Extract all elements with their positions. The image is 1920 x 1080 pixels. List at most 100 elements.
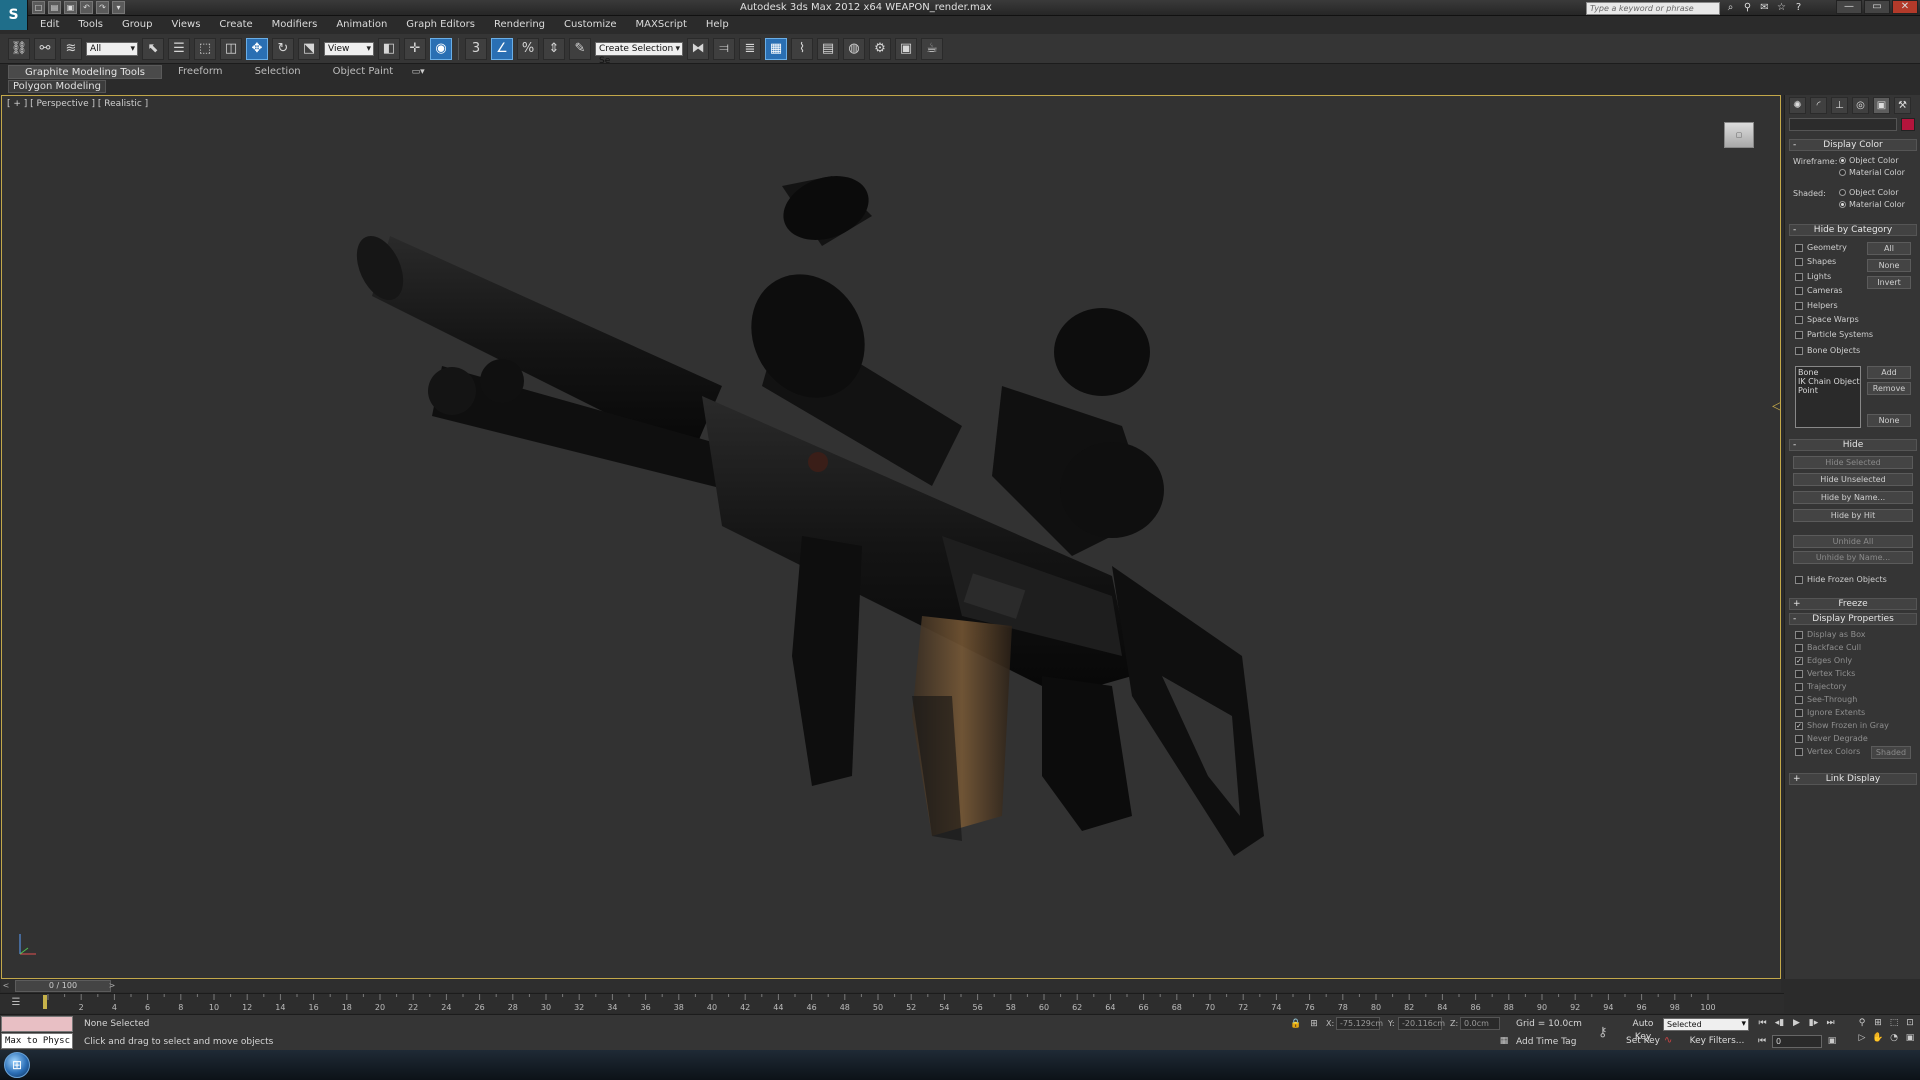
auto-key-button[interactable]: Auto Key xyxy=(1624,1018,1662,1042)
modify-icon[interactable]: ◜ xyxy=(1810,97,1827,114)
next-frame-icon[interactable]: ▮▸ xyxy=(1807,1017,1820,1030)
list-item[interactable]: Bone xyxy=(1798,368,1858,377)
object-color-swatch[interactable] xyxy=(1901,118,1915,131)
time-config-icon[interactable]: ▣ xyxy=(1826,1035,1838,1047)
hide-by-hit-button[interactable]: Hide by Hit xyxy=(1793,509,1913,522)
tab-object-paint[interactable]: Object Paint xyxy=(317,65,410,79)
object-name-field[interactable] xyxy=(1789,118,1897,131)
hide-frozen-checkbox[interactable] xyxy=(1795,576,1803,584)
trajectory-checkbox[interactable] xyxy=(1795,683,1803,691)
search-icon[interactable]: ⚲ xyxy=(1741,1,1754,14)
hide-selected-button[interactable]: Hide Selected xyxy=(1793,456,1913,469)
select-object-icon[interactable]: ⬉ xyxy=(142,37,164,60)
y-coord-field[interactable]: -20.116cm xyxy=(1398,1017,1445,1030)
time-slider[interactable]: < 0 / 100 > xyxy=(1,980,1781,992)
close-button[interactable]: ✕ xyxy=(1892,0,1918,14)
go-to-start-icon[interactable]: ⏮ xyxy=(1756,1017,1769,1030)
absolute-mode-icon[interactable]: ⊞ xyxy=(1308,1018,1320,1030)
go-to-end-icon[interactable]: ⏭ xyxy=(1824,1017,1837,1030)
app-logo-icon[interactable]: S xyxy=(0,0,28,30)
cameras-checkbox[interactable] xyxy=(1795,287,1803,295)
time-tag-icon[interactable]: ▦ xyxy=(1498,1035,1510,1047)
menu-help[interactable]: Help xyxy=(696,17,738,33)
maximize-viewport-icon[interactable]: ▣ xyxy=(1904,1032,1916,1045)
layer-manager-icon[interactable]: ≣ xyxy=(739,37,761,60)
rollout-hide[interactable]: - Hide xyxy=(1789,439,1917,451)
track-bar[interactable]: ☰ 2 4 6 8 10 12 14 16 18 20 22 24 26 28 30 32 34 36 38 40 42… xyxy=(0,993,1784,1013)
key-selection-dropdown[interactable]: Selected xyxy=(1663,1018,1749,1031)
undo-icon[interactable]: ↶ xyxy=(80,1,93,14)
display-as-box-checkbox[interactable] xyxy=(1795,631,1803,639)
ribbon-options-icon[interactable]: ▭▾ xyxy=(409,66,427,78)
space-warps-checkbox[interactable] xyxy=(1795,316,1803,324)
bone-objects-checkbox[interactable] xyxy=(1795,347,1803,355)
start-button-icon[interactable]: ⊞ xyxy=(4,1052,30,1078)
maximize-button[interactable]: ▭ xyxy=(1864,0,1890,14)
lock-icon[interactable]: 🔒 xyxy=(1290,1018,1302,1030)
motion-icon[interactable]: ◎ xyxy=(1852,97,1869,114)
graphite-toggle-icon[interactable]: ▦ xyxy=(765,37,787,60)
new-icon[interactable]: □ xyxy=(32,1,45,14)
zoom-extents-icon[interactable]: ⬚ xyxy=(1888,1017,1900,1030)
backface-cull-checkbox[interactable] xyxy=(1795,644,1803,652)
list-item[interactable]: IK Chain Object xyxy=(1798,377,1860,386)
ref-coord-dropdown[interactable]: View xyxy=(324,41,374,56)
remove-button[interactable]: Remove xyxy=(1867,382,1911,395)
category-list[interactable]: Bone IK Chain Object Point xyxy=(1795,366,1861,428)
next-frame-button[interactable]: > xyxy=(107,980,117,992)
weapon-model[interactable] xyxy=(2,96,1780,978)
add-time-tag[interactable]: Add Time Tag xyxy=(1516,1037,1576,1047)
select-by-name-icon[interactable]: ☰ xyxy=(168,37,190,60)
rollout-link-display[interactable]: + Link Display xyxy=(1789,773,1917,785)
rollout-freeze[interactable]: + Freeze xyxy=(1789,598,1917,610)
vertex-colors-checkbox[interactable] xyxy=(1795,748,1803,756)
shaded-object-color-radio[interactable] xyxy=(1839,189,1846,196)
mini-curve-editor-icon[interactable]: ☰ xyxy=(8,997,24,1010)
tab-graphite-modeling-tools[interactable]: Graphite Modeling Tools xyxy=(8,65,163,79)
keyboard-shortcut-icon[interactable]: ◉ xyxy=(430,37,452,60)
unlink-icon[interactable]: ⚯ xyxy=(34,37,56,60)
menu-tools[interactable]: Tools xyxy=(68,17,112,33)
play-icon[interactable]: ▶ xyxy=(1790,1017,1803,1030)
wireframe-material-color-radio[interactable] xyxy=(1839,169,1846,176)
tab-freeform[interactable]: Freeform xyxy=(162,65,239,79)
communication-icon[interactable]: ✉ xyxy=(1758,1,1771,14)
x-coord-field[interactable]: -75.129cm xyxy=(1336,1017,1383,1030)
pivot-center-icon[interactable]: ◧ xyxy=(378,37,400,60)
select-move-icon[interactable]: ✥ xyxy=(246,37,268,60)
help-icon[interactable]: ? xyxy=(1792,1,1805,14)
search-input[interactable]: Type a keyword or phrase xyxy=(1586,2,1720,15)
curve-editor-icon[interactable]: ⌇ xyxy=(791,37,813,60)
bind-space-warp-icon[interactable]: ≋ xyxy=(60,37,82,60)
menu-rendering[interactable]: Rendering xyxy=(484,17,554,33)
none-button[interactable]: None xyxy=(1867,259,1911,272)
select-scale-icon[interactable]: ⬔ xyxy=(298,37,320,60)
geometry-checkbox[interactable] xyxy=(1795,244,1803,252)
key-mode-icon[interactable]: ⚷ xyxy=(1598,1025,1608,1040)
never-degrade-checkbox[interactable] xyxy=(1795,735,1803,743)
shapes-checkbox[interactable] xyxy=(1795,258,1803,266)
menu-customize[interactable]: Customize xyxy=(554,17,626,33)
zoom-extents-all-icon[interactable]: ⊡ xyxy=(1904,1017,1916,1030)
spinner-snap-icon[interactable]: ⇕ xyxy=(543,37,565,60)
binoculars-icon[interactable]: ⌕ xyxy=(1724,1,1737,14)
field-of-view-icon[interactable]: ▷ xyxy=(1856,1032,1868,1045)
material-editor-icon[interactable]: ◍ xyxy=(843,37,865,60)
orbit-icon[interactable]: ◔ xyxy=(1888,1032,1900,1045)
z-coord-field[interactable]: 0.0cm xyxy=(1460,1017,1500,1030)
particle-systems-checkbox[interactable] xyxy=(1795,331,1803,339)
display-icon[interactable]: ▣ xyxy=(1873,97,1890,114)
lights-checkbox[interactable] xyxy=(1795,273,1803,281)
maxscript-listener-output[interactable] xyxy=(1,1016,73,1032)
ignore-extents-checkbox[interactable] xyxy=(1795,709,1803,717)
rendered-frame-icon[interactable]: ▣ xyxy=(895,37,917,60)
utilities-icon[interactable]: ⚒ xyxy=(1894,97,1911,114)
star-icon[interactable]: ☆ xyxy=(1775,1,1788,14)
previous-frame-icon[interactable]: ◂▮ xyxy=(1773,1017,1786,1030)
vertex-ticks-checkbox[interactable] xyxy=(1795,670,1803,678)
menu-modifiers[interactable]: Modifiers xyxy=(262,17,327,33)
menu-edit[interactable]: Edit xyxy=(30,17,68,33)
list-none-button[interactable]: None xyxy=(1867,414,1911,427)
edit-named-selection-icon[interactable]: ✎ xyxy=(569,37,591,60)
align-icon[interactable]: ⫤ xyxy=(713,37,735,60)
